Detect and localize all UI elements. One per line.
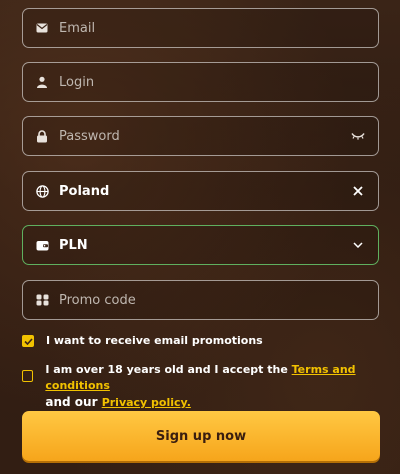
envelope-icon [35,21,49,35]
promotions-checkbox-row: I want to receive email promotions [22,333,263,349]
promotions-label: I want to receive email promotions [46,334,263,347]
sign-up-button[interactable]: Sign up now [22,411,380,461]
password-placeholder: Password [59,128,120,144]
country-value: Poland [59,183,110,199]
lock-icon [35,129,49,143]
country-field[interactable]: Poland [22,171,379,211]
email-field[interactable]: Email [22,8,379,48]
login-placeholder: Login [59,74,95,90]
currency-value: PLN [59,237,88,253]
close-icon[interactable] [350,183,366,199]
sign-up-label: Sign up now [155,428,247,444]
terms-checkbox-row: I am over 18 years old and I accept the … [22,362,400,411]
privacy-policy-link[interactable]: Privacy policy. [102,396,191,409]
eye-closed-icon[interactable] [350,128,366,144]
email-placeholder: Email [59,20,96,36]
globe-icon [35,184,49,198]
currency-select[interactable]: PLN [22,225,379,265]
user-icon [35,75,49,89]
promotions-checkbox[interactable] [22,335,34,347]
gift-icon [35,293,49,307]
wallet-icon [35,238,49,252]
terms-checkbox[interactable] [22,370,34,382]
terms-text-1: I am over 18 years old and I accept the [45,363,288,376]
password-field[interactable]: Password [22,116,379,156]
login-field[interactable]: Login [22,62,379,102]
chevron-down-icon[interactable] [350,237,366,253]
promo-code-field[interactable]: Promo code [22,280,379,320]
terms-text-2: and our [45,395,98,409]
promo-code-placeholder: Promo code [59,292,136,308]
